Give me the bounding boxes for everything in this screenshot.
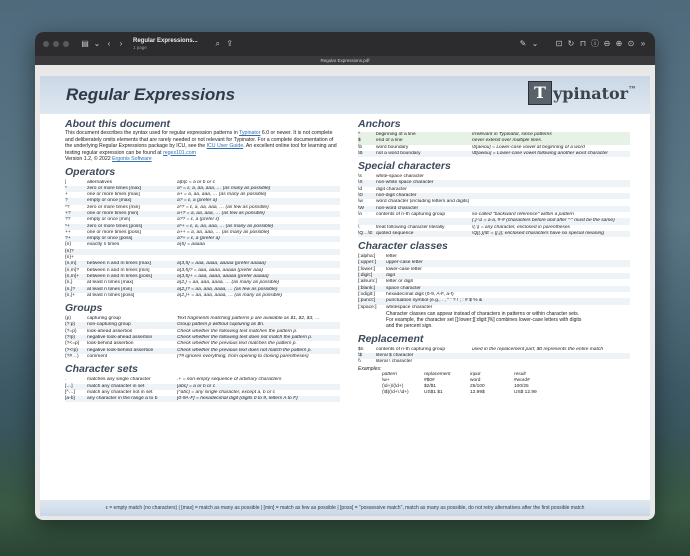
- section-heading: Special characters: [358, 160, 451, 173]
- anchors-section: Anchors ^ beginning of a line Irrelevant i…: [358, 118, 630, 158]
- regex101-link[interactable]: regex101.com: [163, 150, 196, 156]
- section-heading: About this document: [65, 118, 170, 130]
- about-text: This document describes the syntax used …: [65, 130, 337, 156]
- example-cell: 12.99$: [470, 389, 485, 395]
- stamp-icon[interactable]: ⊓: [577, 32, 589, 56]
- syntax-cell: [:space:]: [358, 304, 377, 310]
- page-footer: ε = empty match (no characters) | [max] …: [40, 500, 650, 516]
- section-heading: Replacement: [358, 332, 424, 345]
- table-row: \B not a word boundary \B[aeiou] = Lower-c…: [358, 150, 630, 158]
- special-section: Special characters \s white-space charact…: [358, 160, 630, 238]
- example-cell: US$ 12.99: [514, 389, 537, 395]
- replacement-section: Replacement $n contents of n-th capturing…: [358, 333, 630, 396]
- page-count: 1 page: [133, 45, 147, 50]
- sidebar-icon[interactable]: ▤: [79, 32, 91, 56]
- meaning-cell: whitespace character: [386, 304, 433, 310]
- charsets-section: Character sets . matches any single chara…: [65, 363, 340, 403]
- document-title[interactable]: Regular Expressions... 1 page: [133, 38, 198, 50]
- window-toolbar: ▤ ⌄ ‹ › Regular Expressions... 1 page ⌕ …: [35, 32, 655, 56]
- document-name: Regular Expressions...: [133, 38, 198, 44]
- markup-pen-icon[interactable]: ✎: [517, 32, 529, 56]
- examples-table: pattern replacement input result \w+ #$0# word…: [358, 372, 630, 396]
- syntax-cell: [a-b]: [65, 396, 75, 402]
- example-cell: [472, 359, 630, 365]
- charsets-table: . matches any single character .+ = non-em…: [65, 377, 340, 403]
- about-section: About this document This document descri…: [65, 118, 340, 163]
- back-icon[interactable]: ‹: [103, 32, 115, 56]
- example-cell: \B[aeiou] = Lower-case vowel following a…: [472, 150, 608, 156]
- anchors-table: ^ beginning of a line Irrelevant in Typina…: [358, 132, 630, 158]
- classes-table: [:alpha:] letter [:upper:] upper-case lette…: [358, 254, 630, 311]
- logo-text: ypinator™: [553, 83, 637, 103]
- section-heading: Anchors: [358, 118, 401, 130]
- preview-window: ▤ ⌄ ‹ › Regular Expressions... 1 page ⌕ …: [35, 32, 655, 520]
- table-row: \\ literal \ character: [358, 359, 630, 365]
- rotate-icon[interactable]: ↻: [565, 32, 577, 56]
- syntax-cell: \\: [358, 359, 361, 365]
- example-cell: a{2,}+ = aa, aaa, aaaa, … (as many as po…: [177, 292, 282, 298]
- typinator-logo: T ypinator™: [528, 81, 636, 105]
- tab-title: Regular Expressions.pdf: [35, 56, 655, 65]
- operators-table: | alternatives a|b|c = a or b or c * zero or…: [65, 180, 340, 300]
- meaning-cell: not a word boundary: [376, 150, 421, 156]
- operators-section: Operators | alternatives a|b|c = a or b or…: [65, 166, 340, 300]
- search-icon[interactable]: ⌕: [212, 32, 224, 56]
- section-heading: Groups: [65, 302, 103, 315]
- example-cell: US$1 $1: [424, 389, 443, 395]
- example-cell: \Q[(.)]\E = ([.)]; enclosed characters h…: [472, 230, 604, 236]
- version-text: Version 1.2, © 2022 Ergonis Software: [65, 156, 152, 162]
- zoom-in-icon[interactable]: ⊕: [613, 32, 625, 56]
- icu-guide-link[interactable]: ICU User Guide: [207, 143, 244, 149]
- classes-note: Character classes can appear instead of …: [386, 310, 582, 330]
- table-row: (?#…) comment (?# ignores everything, from…: [65, 354, 340, 360]
- groups-section: Groups (p) capturing group Text fragments …: [65, 302, 340, 360]
- zoom-button[interactable]: [63, 41, 69, 47]
- page-title: Regular Expressions: [66, 85, 236, 104]
- zoom-out-icon[interactable]: ⊖: [601, 32, 613, 56]
- zoom-fit-icon[interactable]: ⊙: [625, 32, 637, 56]
- meaning-cell: quoted sequence: [376, 230, 414, 236]
- syntax-cell: \Q…\E: [358, 230, 373, 236]
- typinator-link[interactable]: Typinator: [239, 130, 260, 136]
- meaning-cell: literal \ character: [376, 359, 413, 365]
- syntax-cell: (?#…): [65, 353, 79, 359]
- example-row: (\$)(\d+\.\d+) US$1 $1 12.99$ US$ 12.99: [358, 390, 630, 396]
- logo-letter: T: [528, 81, 552, 105]
- left-column: About this document This document descri…: [65, 118, 340, 405]
- info-icon[interactable]: ⓘ: [589, 32, 601, 56]
- section-heading: Character sets: [65, 363, 138, 376]
- pdf-page: Regular Expressions T ypinator™ About th…: [40, 76, 650, 516]
- meaning-cell: comment: [87, 353, 108, 359]
- syntax-cell: {n,}+: [65, 292, 76, 298]
- forward-icon[interactable]: ›: [115, 32, 127, 56]
- section-heading: Character classes: [358, 240, 448, 253]
- table-row: [a-b] any character in the range a to b [0…: [65, 396, 340, 403]
- close-button[interactable]: [43, 41, 49, 47]
- more-icon[interactable]: »: [637, 32, 649, 56]
- replacement-table: $n contents of n-th capturing group used i…: [358, 347, 630, 366]
- crop-icon[interactable]: ⊡: [553, 32, 565, 56]
- traffic-lights: [43, 41, 69, 47]
- syntax-cell: \B: [358, 150, 363, 156]
- right-column: Anchors ^ beginning of a line Irrelevant i…: [358, 118, 630, 399]
- meaning-cell: any character in the range a to b: [87, 396, 158, 402]
- page-header: Regular Expressions T ypinator™: [40, 76, 650, 114]
- table-row: \Q…\E quoted sequence \Q[(.)]\E = ([.)]; e…: [358, 230, 630, 238]
- example-cell: [0-9A-F] = hexadecimal digit (digits 0 t…: [177, 396, 298, 402]
- share-icon[interactable]: ⇪: [224, 32, 236, 56]
- minimize-button[interactable]: [53, 41, 59, 47]
- special-table: \s white-space character \S non-white space…: [358, 174, 630, 238]
- section-heading: Operators: [65, 165, 116, 178]
- example-cell: (?# ignores everything, from opening to …: [177, 353, 309, 359]
- table-row: {n,}+ at least n times [poss] a{2,}+ = aa,…: [65, 293, 340, 299]
- meaning-cell: at least n times [poss]: [87, 292, 135, 298]
- chevron-down-icon[interactable]: ⌄: [529, 32, 541, 56]
- example-cell: (\$)(\d+\.\d+): [382, 389, 409, 395]
- groups-table: (p) capturing group Text fragments matchin…: [65, 316, 340, 360]
- chevron-down-icon[interactable]: ⌄: [91, 32, 103, 56]
- ergonis-link[interactable]: Ergonis Software: [112, 156, 152, 162]
- classes-section: Character classes [:alpha:] letter [:upper…: [358, 240, 630, 330]
